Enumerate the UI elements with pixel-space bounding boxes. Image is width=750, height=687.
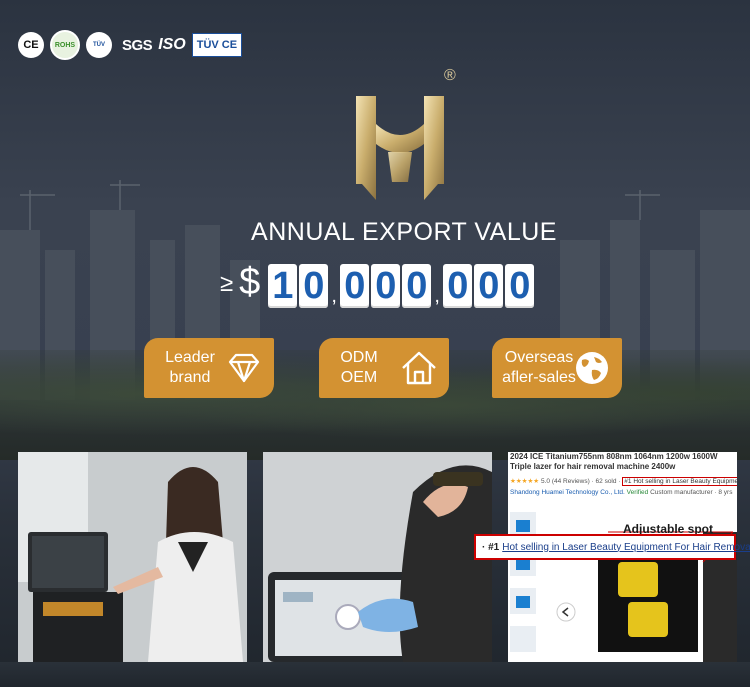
currency-symbol: $ (239, 261, 261, 303)
globe-icon (576, 352, 608, 384)
rank-callout: · #1 Hot selling in Laser Beauty Equipme… (474, 534, 750, 560)
digit-tile: 0 (474, 264, 504, 308)
registered-mark: ® (444, 67, 456, 84)
thousands-separator: , (331, 285, 337, 307)
review-count: (44 Reviews) (551, 478, 590, 485)
badge-line1: Leader (165, 349, 215, 366)
badge-overseas-after-sales: Overseas afler-sales (492, 338, 622, 398)
export-value: ≥ $ 1 0 , 0 0 0 , 0 0 0 (220, 261, 536, 308)
digit-tile: 0 (299, 264, 329, 308)
badge-leader-brand: Leader brand (144, 338, 274, 398)
sold-count: · 62 sold · (591, 478, 621, 485)
photo-saleswoman-with-machine (18, 452, 247, 662)
photo-illustration (18, 452, 247, 662)
digit-tile: 0 (505, 264, 535, 308)
headline: ANNUAL EXPORT VALUE (251, 218, 557, 246)
photo-touchscreen-operation (263, 452, 492, 662)
listing-title: 2024 ICE Titanium755nm 808nm 1064nm 1200… (510, 452, 718, 471)
tuv-rheinland-icon: TÜV (86, 32, 112, 58)
badge-odm-oem: ODM OEM (319, 338, 449, 398)
tuv-ce-logo: TÜV CE (191, 33, 243, 57)
badge-line2: OEM (340, 369, 378, 386)
iso-logo: ISO (158, 36, 186, 53)
digit-tile: 0 (340, 264, 370, 308)
listing-rating: ★★★★★ 5.0 (44 Reviews) · 62 sold · #1 Ho… (510, 477, 737, 486)
certification-logos: CE ROHS TÜV SGS ISO TÜV CE (18, 30, 243, 60)
rating-value: 5.0 (540, 478, 550, 485)
diamond-icon (228, 353, 260, 383)
greater-equal-symbol: ≥ (220, 270, 234, 297)
ce-mark-icon: CE (18, 32, 44, 58)
supplier-type: Custom manufacturer · 8 yrs (650, 489, 733, 496)
digit-tile: 1 (268, 264, 298, 308)
brand-logo (356, 96, 444, 200)
digit-tile: 0 (371, 264, 401, 308)
bottom-band (0, 662, 750, 687)
callout-prefix: · #1 (482, 541, 500, 553)
photo-illustration (263, 452, 492, 662)
digit-tile: 0 (443, 264, 473, 308)
thousands-separator: , (434, 285, 440, 307)
supplier-line: Shandong Huamei Technology Co., Ltd. Ver… (510, 489, 732, 496)
star-rating-icon: ★★★★★ (510, 478, 540, 485)
badge-line1: ODM (340, 349, 378, 366)
rank-tag: #1 Hot selling in Laser Beauty Equipment… (622, 477, 737, 486)
rohs-icon: ROHS (50, 30, 80, 60)
verified-badge: Verified (626, 489, 649, 496)
supplier-name: Shandong Huamei Technology Co., Ltd. (510, 489, 625, 496)
house-icon (402, 351, 436, 385)
sgs-logo: SGS (122, 36, 153, 54)
callout-link[interactable]: Hot selling in Laser Beauty Equipment Fo… (502, 542, 750, 553)
badge-line2: brand (169, 369, 211, 386)
digit-tile: 0 (402, 264, 432, 308)
